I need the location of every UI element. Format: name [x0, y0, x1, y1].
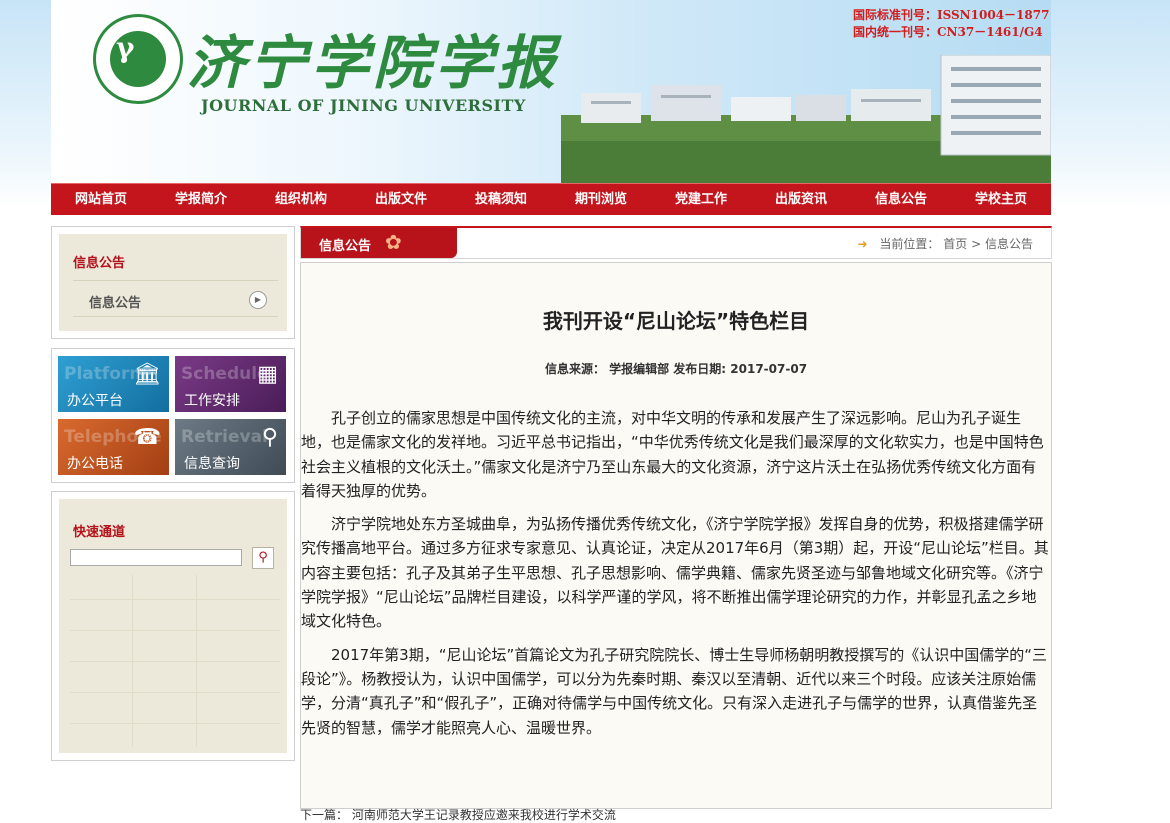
next-article-label: 下一篇： — [300, 808, 349, 822]
tile-label: 信息查询 — [184, 456, 240, 472]
nav-publication-docs[interactable]: 出版文件 — [351, 184, 451, 215]
university-logo: γ — [93, 14, 183, 104]
article-body: 孔子创立的儒家思想是中国传统文化的主流，对中华文明的传承和发展产生了深远影响。尼… — [301, 406, 1049, 749]
divider — [73, 316, 278, 317]
phone-icon: ☎ — [133, 425, 161, 450]
page-background-left — [0, 0, 51, 210]
article-paragraph: 孔子创立的儒家思想是中国传统文化的主流，对中华文明的传承和发展产生了深远影响。尼… — [301, 409, 1044, 500]
journal-title-cn: 济宁学院学报 — [187, 29, 560, 97]
breadcrumb-separator: > — [971, 237, 982, 251]
article-paragraph: 2017年第3期，“尼山论坛”首篇论文为孔子研究院院长、博士生导师杨朝明教授撰写… — [301, 645, 1048, 737]
article-paragraph: 济宁学院地处东方圣城曲阜，为弘扬传播优秀传统文化，《济宁学院学报》发挥自身的优势… — [301, 515, 1049, 631]
bar-chart-icon: ▦ — [257, 362, 278, 387]
search-icon: ⚲ — [261, 425, 278, 450]
main-nav: 网站首页 学报简介 组织机构 出版文件 投稿须知 期刊浏览 党建工作 出版资讯 … — [51, 183, 1051, 215]
breadcrumb-current-link[interactable]: 信息公告 — [985, 237, 1033, 251]
nav-home[interactable]: 网站首页 — [51, 184, 151, 215]
breadcrumb-label: 当前位置： — [879, 237, 940, 251]
quick-links-grid — [70, 575, 280, 747]
chevron-right-icon[interactable]: ▶ — [249, 291, 267, 309]
sidebar-quick-access: 快速通道 ⚲ — [51, 491, 295, 761]
article-meta: 信息来源： 学报编辑部 发布日期: 2017-07-07 — [544, 362, 808, 376]
section-tab: 信息公告 ✿ — [301, 228, 457, 258]
next-article-link[interactable]: 河南师范大学王记录教授应邀来我校进行学术交流 — [352, 808, 616, 822]
tile-label: 工作安排 — [184, 393, 240, 409]
nav-submission-guide[interactable]: 投稿须知 — [451, 184, 551, 215]
nav-browse-issues[interactable]: 期刊浏览 — [551, 184, 651, 215]
nav-journal-intro[interactable]: 学报简介 — [151, 184, 251, 215]
nav-publishing-news[interactable]: 出版资讯 — [751, 184, 851, 215]
campus-photo — [561, 55, 1051, 183]
tile-label: 办公电话 — [67, 456, 123, 472]
sidebar-section-title: 快速通道 — [73, 525, 126, 540]
search-icon: ⚲ — [258, 550, 268, 565]
tile-info-search[interactable]: Retrieval ⚲ 信息查询 — [175, 419, 286, 475]
sidebar-announcements: 信息公告 信息公告 ▶ — [51, 226, 295, 339]
logo-emblem-icon: γ — [116, 31, 135, 64]
page-background-right — [1051, 0, 1170, 210]
next-article: 下一篇： 河南师范大学王记录教授应邀来我校进行学术交流 — [300, 806, 616, 823]
nav-school-home[interactable]: 学校主页 — [951, 184, 1051, 215]
sidebar-item-announcements[interactable]: 信息公告 — [89, 292, 141, 311]
breadcrumb-home-link[interactable]: 首页 — [943, 237, 967, 251]
tile-label: 办公平台 — [67, 393, 123, 409]
arrow-right-icon: ➜ — [857, 237, 868, 251]
bank-icon: 🏛 — [133, 362, 161, 387]
sidebar-quick-tiles: Platform 🏛 办公平台 Schedule ▦ 工作安排 Telephon… — [51, 348, 295, 483]
divider — [73, 280, 278, 281]
article-panel: 我刊开设“尼山论坛”特色栏目 信息来源： 学报编辑部 发布日期: 2017-07… — [300, 262, 1052, 809]
tile-office-phone[interactable]: Telephone ☎ 办公电话 — [58, 419, 169, 475]
journal-title-en: JOURNAL OF JINING UNIVERSITY — [201, 96, 526, 115]
search-button[interactable]: ⚲ — [252, 547, 274, 569]
nav-organization[interactable]: 组织机构 — [251, 184, 351, 215]
tile-office-platform[interactable]: Platform 🏛 办公平台 — [58, 356, 169, 412]
breadcrumb-bar: 信息公告 ✿ ➜ 当前位置： 首页 > 信息公告 — [300, 226, 1052, 259]
article-title: 我刊开设“尼山论坛”特色栏目 — [542, 309, 810, 333]
issn-number: 国际标准刊号：ISSN1004－1877 — [853, 8, 1050, 22]
site-header: γ 济宁学院学报 JOURNAL OF JINING UNIVERSITY 国际… — [51, 0, 1051, 183]
section-tab-label: 信息公告 — [319, 239, 372, 254]
issn-info: 国际标准刊号：ISSN1004－1877 国内统一刊号：CN37－1461/G4 — [853, 7, 1049, 41]
cn-number: 国内统一刊号：CN37－1461/G4 — [853, 25, 1043, 39]
nav-announcements[interactable]: 信息公告 — [851, 184, 951, 215]
breadcrumb: ➜ 当前位置： 首页 > 信息公告 — [858, 235, 1033, 252]
swirl-decoration-icon: ✿ — [385, 230, 402, 254]
tile-work-schedule[interactable]: Schedule ▦ 工作安排 — [175, 356, 286, 412]
quick-search-input[interactable] — [70, 549, 242, 566]
sidebar-section-title: 信息公告 — [73, 256, 126, 271]
nav-party-work[interactable]: 党建工作 — [651, 184, 751, 215]
